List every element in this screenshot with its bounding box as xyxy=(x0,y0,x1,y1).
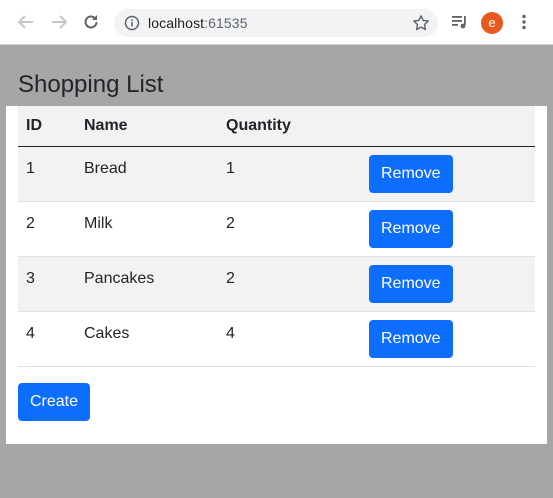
item-quantity: 1 xyxy=(218,146,361,202)
column-header-id: ID xyxy=(18,106,76,147)
url-text: localhost:61535 xyxy=(148,15,248,31)
remove-button[interactable]: Remove xyxy=(369,265,453,303)
more-menu-icon[interactable] xyxy=(512,10,536,34)
table-header-row: ID Name Quantity xyxy=(18,106,535,147)
reload-icon[interactable] xyxy=(79,10,103,34)
shopping-list-table: ID Name Quantity 1 Bread 1 Remove 2 Milk… xyxy=(18,106,535,367)
item-name: Cakes xyxy=(76,311,218,367)
info-icon[interactable] xyxy=(124,15,140,31)
browser-toolbar: localhost:61535 e xyxy=(0,0,553,45)
item-id: 2 xyxy=(18,201,76,257)
table-row: 2 Milk 2 Remove xyxy=(18,201,535,257)
item-actions: Remove xyxy=(361,201,535,257)
remove-button[interactable]: Remove xyxy=(369,320,453,358)
column-header-name: Name xyxy=(76,106,218,147)
table-row: 3 Pancakes 2 Remove xyxy=(18,256,535,312)
page-viewport: Shopping List ID Name Quantity 1 Bread 1… xyxy=(6,46,547,444)
item-id: 1 xyxy=(18,146,76,202)
item-name: Bread xyxy=(76,146,218,202)
url-port: :61535 xyxy=(204,15,248,31)
item-actions: Remove xyxy=(361,146,535,202)
item-name: Pancakes xyxy=(76,256,218,312)
item-quantity: 2 xyxy=(218,201,361,257)
item-actions: Remove xyxy=(361,256,535,312)
remove-button[interactable]: Remove xyxy=(369,155,453,193)
item-id: 3 xyxy=(18,256,76,312)
item-id: 4 xyxy=(18,311,76,367)
column-header-actions xyxy=(361,106,535,147)
profile-avatar[interactable]: e xyxy=(481,12,503,34)
page-header: Shopping List xyxy=(6,46,547,106)
page-title: Shopping List xyxy=(18,71,164,98)
content-panel: ID Name Quantity 1 Bread 1 Remove 2 Milk… xyxy=(6,106,547,444)
back-arrow-icon[interactable] xyxy=(14,10,38,34)
url-host: localhost xyxy=(148,15,205,31)
item-quantity: 4 xyxy=(218,311,361,367)
item-name: Milk xyxy=(76,201,218,257)
remove-button[interactable]: Remove xyxy=(369,210,453,248)
forward-arrow-icon[interactable] xyxy=(47,10,71,34)
avatar-initial: e xyxy=(488,15,496,30)
table-row: 4 Cakes 4 Remove xyxy=(18,311,535,367)
media-playlist-icon[interactable] xyxy=(448,10,472,34)
item-actions: Remove xyxy=(361,311,535,367)
create-button[interactable]: Create xyxy=(18,383,91,421)
item-quantity: 2 xyxy=(218,256,361,312)
column-header-quantity: Quantity xyxy=(218,106,361,147)
address-bar[interactable]: localhost:61535 xyxy=(114,9,438,37)
star-icon[interactable] xyxy=(412,14,430,32)
table-row: 1 Bread 1 Remove xyxy=(18,146,535,202)
